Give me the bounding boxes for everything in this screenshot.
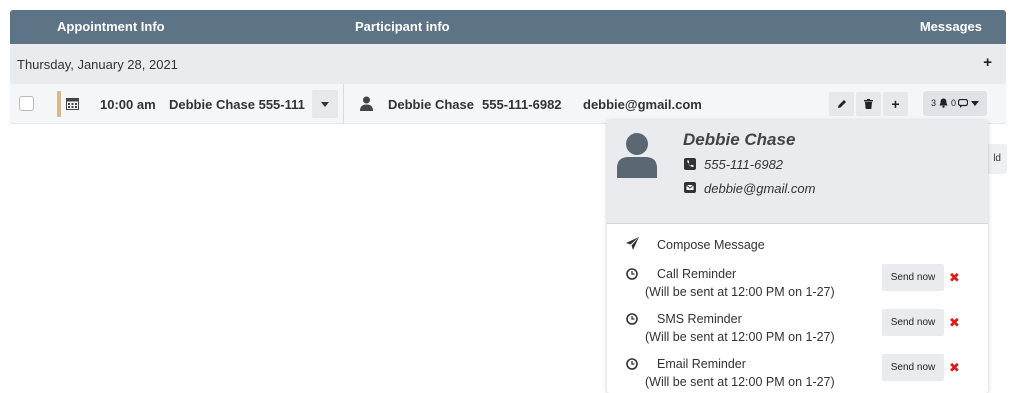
phone-icon xyxy=(684,158,696,170)
header-participant-info: Participant info xyxy=(355,19,450,34)
participant-popover: Debbie Chase 555-111-6982 debbie@gmail.c… xyxy=(607,120,988,393)
other-count: 0 xyxy=(951,98,957,108)
pencil-icon xyxy=(837,100,846,108)
paper-plane-icon xyxy=(626,237,639,250)
date-group-row: Thursday, January 28, 2021 + xyxy=(10,44,1006,84)
message-icon xyxy=(958,99,968,108)
reminder-label: Call Reminder xyxy=(657,267,737,281)
column-divider xyxy=(343,84,344,124)
participant-phone: 555-111-6982 xyxy=(482,97,562,112)
edit-button[interactable] xyxy=(829,92,854,116)
clock-icon xyxy=(626,268,638,280)
clock-icon xyxy=(626,358,638,370)
popover-participant-name: Debbie Chase xyxy=(683,130,796,149)
reminder-schedule-note: (Will be sent at 12:00 PM on 1-27) xyxy=(645,285,835,299)
envelope-icon xyxy=(684,182,696,193)
appointment-title[interactable]: Debbie Chase 555-111 xyxy=(169,97,311,112)
participant-name[interactable]: Debbie Chase xyxy=(388,97,474,112)
add-appointment-button[interactable]: + xyxy=(983,54,992,71)
delete-button[interactable] xyxy=(856,92,881,116)
appointment-time: 10:00 am xyxy=(100,97,156,112)
appointments-table: Appointment Info Participant info Messag… xyxy=(10,10,1006,124)
clock-icon xyxy=(626,313,638,325)
close-icon[interactable]: ✖ xyxy=(949,315,960,331)
popover-header: Debbie Chase 555-111-6982 debbie@gmail.c… xyxy=(607,120,988,224)
send-now-button[interactable]: Send now xyxy=(882,354,944,381)
bell-icon xyxy=(939,98,948,108)
date-group-label: Thursday, January 28, 2021 xyxy=(17,57,178,72)
reminder-item-sms: SMS Reminder (Will be sent at 12:00 PM o… xyxy=(607,307,988,349)
reminder-schedule-note: (Will be sent at 12:00 PM on 1-27) xyxy=(645,330,835,344)
send-now-button[interactable]: Send now xyxy=(882,309,944,336)
trash-icon xyxy=(864,99,873,109)
table-header: Appointment Info Participant info Messag… xyxy=(10,10,1006,44)
send-now-button[interactable]: Send now xyxy=(882,264,944,291)
compose-message-link[interactable]: Compose Message xyxy=(657,238,765,252)
header-messages: Messages xyxy=(919,19,982,34)
popover-email[interactable]: debbie@gmail.com xyxy=(704,181,815,196)
call-count: 3 xyxy=(931,98,937,108)
row-checkbox[interactable] xyxy=(19,96,34,111)
reminder-label: Email Reminder xyxy=(657,357,746,371)
close-icon[interactable]: ✖ xyxy=(949,270,960,286)
calendar-icon xyxy=(66,98,79,110)
header-appointment-info: Appointment Info xyxy=(57,19,165,34)
participant-email: debbie@gmail.com xyxy=(583,97,702,112)
partially-hidden-button-label: ld xyxy=(993,153,1001,164)
close-icon[interactable]: ✖ xyxy=(949,360,960,376)
avatar xyxy=(617,133,657,178)
reminder-schedule-note: (Will be sent at 12:00 PM on 1-27) xyxy=(645,375,835,389)
messages-dropdown-button[interactable]: 3 0 xyxy=(923,91,987,116)
table-row: 10:00 am Debbie Chase 555-111 Debbie Cha… xyxy=(10,84,1006,124)
person-icon xyxy=(360,96,373,111)
appointment-color-bar xyxy=(57,91,61,117)
reminder-label: SMS Reminder xyxy=(657,312,742,326)
popover-phone[interactable]: 555-111-6982 xyxy=(704,157,783,172)
reminder-item-email: Email Reminder (Will be sent at 12:00 PM… xyxy=(607,352,988,393)
chevron-down-icon xyxy=(971,101,979,106)
reminder-item-call: Call Reminder (Will be sent at 12:00 PM … xyxy=(607,262,988,304)
appointment-dropdown-button[interactable] xyxy=(312,90,338,118)
add-participant-button[interactable]: + xyxy=(883,92,908,116)
